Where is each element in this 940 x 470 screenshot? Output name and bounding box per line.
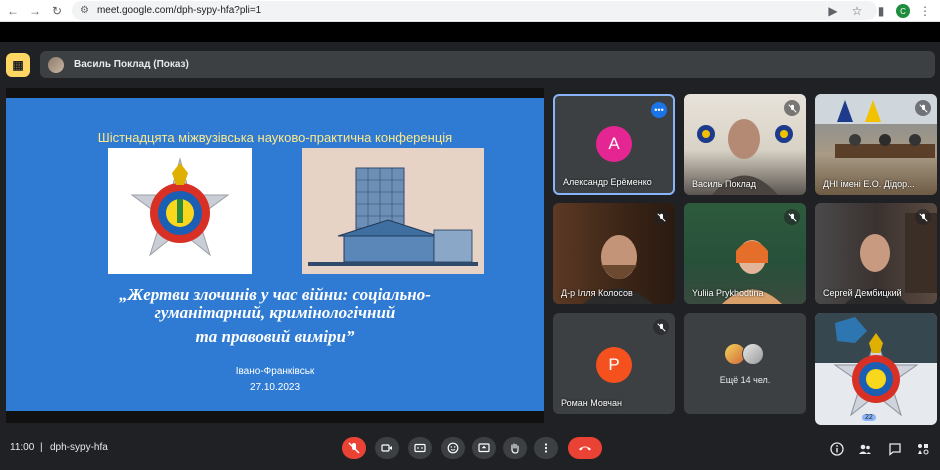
- back-icon[interactable]: ←: [4, 2, 22, 20]
- meeting-details-button[interactable]: [828, 440, 846, 458]
- others-avatars: [724, 343, 764, 365]
- bookmark-star-icon[interactable]: ☆: [848, 2, 866, 20]
- emoji-icon: [447, 442, 459, 454]
- presentation-icon[interactable]: ▦: [6, 53, 30, 77]
- participant-tile[interactable]: P Роман Мовчан: [553, 313, 675, 414]
- participant-tile[interactable]: Yuliia Prykhodtina: [684, 203, 806, 304]
- camera-icon: [381, 444, 392, 452]
- hang-up-icon: [579, 446, 591, 451]
- captions-icon: [414, 443, 426, 453]
- meeting-code: dph-sypy-hfa: [50, 442, 108, 453]
- conference-topic: „Жертви злочинів у час війни: соціально-…: [46, 286, 504, 346]
- presenter-pill[interactable]: Василь Поклад (Показ): [40, 51, 935, 78]
- slide-title: Шістнадцята міжвузівська науково-практич…: [97, 130, 453, 145]
- participant-name: Василь Поклад: [692, 179, 756, 189]
- browser-actions: ▶ ☆ ▮ C ⋮: [824, 2, 934, 20]
- mic-toggle-button[interactable]: [342, 437, 366, 459]
- site-info-icon[interactable]: ⚙: [80, 5, 89, 16]
- presenter-bar: ▦ Василь Поклад (Показ): [0, 42, 940, 87]
- muted-icon: [915, 209, 931, 225]
- slide-date: 27.10.2023: [249, 382, 301, 393]
- participant-tile[interactable]: Василь Поклад: [684, 94, 806, 195]
- topic-line-2: гуманітарний, кримінологічний: [154, 303, 396, 322]
- participant-tile[interactable]: A ••• Александр Ерёменко: [553, 94, 675, 195]
- slide-content: Шістнадцята міжвузівська науково-практич…: [6, 98, 544, 411]
- sidebar-icon[interactable]: ▮: [872, 2, 890, 20]
- activities-button[interactable]: [914, 440, 932, 458]
- meeting-controls-bar: 11:00 | dph-sypy-hfa: [0, 426, 940, 470]
- reactions-button[interactable]: [441, 437, 465, 459]
- camera-icon[interactable]: ▶: [824, 2, 842, 20]
- address-bar[interactable]: ⚙ meet.google.com/dph-sypy-hfa?pli=1: [72, 1, 877, 20]
- avatar: [742, 343, 764, 365]
- muted-icon: [784, 100, 800, 116]
- browser-toolbar: ← → ↻ ⚙ meet.google.com/dph-sypy-hfa?pli…: [0, 0, 940, 22]
- participant-name: Роман Мовчан: [561, 398, 622, 408]
- participant-initial: A: [596, 126, 632, 162]
- participants-count-badge: 22: [862, 414, 876, 421]
- camera-toggle-button[interactable]: [375, 437, 399, 459]
- reload-icon[interactable]: ↻: [48, 2, 66, 20]
- presenter-label: Василь Поклад (Показ): [74, 59, 189, 70]
- slide-city: Івано-Франківськ: [235, 366, 315, 377]
- university-logo: [108, 148, 252, 274]
- participant-name: Д-р Ілля Колосов: [561, 288, 633, 298]
- others-count: Ещё 14 чел.: [719, 375, 771, 385]
- muted-icon: [653, 209, 669, 225]
- separator: [0, 22, 940, 42]
- url-text: meet.google.com/dph-sypy-hfa?pli=1: [96, 5, 262, 16]
- more-vert-icon: [544, 443, 548, 453]
- topic-line-1: „Жертви злочинів у час війни: соціально-: [119, 285, 431, 304]
- raise-hand-button[interactable]: [503, 437, 527, 459]
- activities-icon: [918, 444, 929, 455]
- present-icon: [478, 443, 490, 453]
- people-button[interactable]: [856, 440, 874, 458]
- profile-avatar[interactable]: C: [896, 4, 910, 18]
- present-screen-button[interactable]: [472, 437, 496, 459]
- participant-name: Сергей Дембицкий: [823, 288, 902, 298]
- muted-icon: [915, 100, 931, 116]
- menu-icon[interactable]: ⋮: [916, 2, 934, 20]
- muted-icon: [653, 319, 669, 335]
- shared-screen: Шістнадцята міжвузівська науково-практич…: [6, 88, 544, 423]
- muted-icon: [784, 209, 800, 225]
- leave-call-button[interactable]: [568, 437, 602, 459]
- forward-icon[interactable]: →: [26, 2, 44, 20]
- building-illustration: [302, 148, 484, 274]
- presenter-avatar: [48, 56, 64, 73]
- captions-button[interactable]: [408, 437, 432, 459]
- meeting-divider: |: [40, 442, 43, 453]
- topic-line-3: та правовий виміри”: [195, 327, 355, 346]
- participant-name: Александр Ерёменко: [563, 177, 652, 187]
- chat-icon: [889, 443, 901, 456]
- mic-off-icon: [348, 442, 360, 454]
- others-tile[interactable]: Ещё 14 чел.: [684, 313, 806, 414]
- hand-icon: [511, 443, 519, 454]
- participant-tile[interactable]: Д-р Ілля Колосов: [553, 203, 675, 304]
- participant-initial: P: [596, 347, 632, 383]
- chat-button[interactable]: [886, 440, 904, 458]
- participant-name: Yuliia Prykhodtina: [692, 288, 764, 298]
- university-emblem: [815, 313, 937, 417]
- participant-tile[interactable]: Сергей Дембицкий: [815, 203, 937, 304]
- meeting-time: 11:00: [10, 442, 35, 453]
- info-icon: [830, 442, 844, 456]
- more-options-icon[interactable]: •••: [651, 102, 667, 118]
- participant-tile[interactable]: ДНІ імені Е.О. Дідор...: [815, 94, 937, 195]
- people-icon: [859, 444, 871, 454]
- self-tile[interactable]: [815, 313, 937, 425]
- more-options-button[interactable]: [534, 437, 558, 459]
- participant-name: ДНІ імені Е.О. Дідор...: [823, 179, 915, 189]
